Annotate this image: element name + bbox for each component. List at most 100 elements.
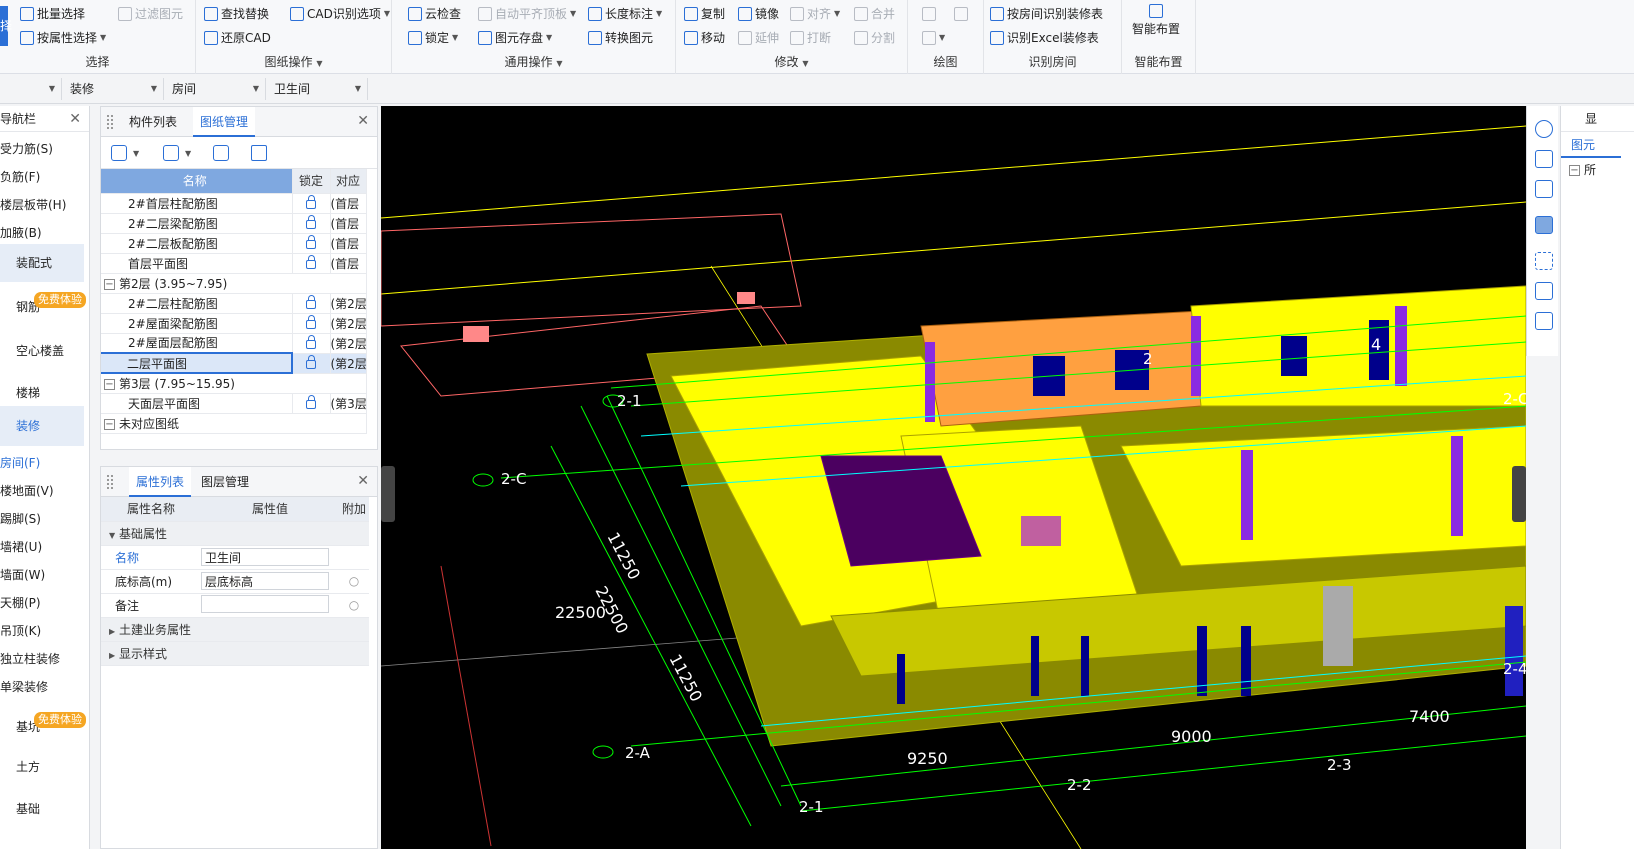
- tab-layer-management[interactable]: 图层管理: [201, 467, 271, 497]
- lock-icon[interactable]: [306, 255, 316, 269]
- chevron-right-icon[interactable]: ▶: [109, 651, 115, 660]
- select-by-property-button[interactable]: 按属性选择 ▼: [20, 28, 106, 48]
- nav-item-decoration[interactable]: 装修: [0, 406, 84, 446]
- smart-layout-button[interactable]: 智能布置: [1132, 4, 1180, 44]
- collapse-right-handle[interactable]: [1512, 466, 1526, 522]
- radio-icon[interactable]: ○: [339, 569, 369, 594]
- close-icon[interactable]: ✕: [357, 473, 369, 489]
- nav-item[interactable]: 负筋(F): [0, 168, 40, 185]
- nav-item[interactable]: 楼梯: [0, 384, 40, 401]
- 3d-view-icon[interactable]: [1535, 180, 1553, 198]
- orbit-icon[interactable]: [1535, 120, 1553, 138]
- row-lock[interactable]: [292, 353, 331, 374]
- property-row[interactable]: 备注 ○: [101, 593, 369, 618]
- move-button[interactable]: 移动: [684, 28, 725, 48]
- chevron-down-icon[interactable]: ▼: [133, 149, 139, 158]
- nav-item[interactable]: 土方: [0, 758, 40, 775]
- copy-button[interactable]: 复制: [684, 4, 725, 24]
- lock-icon[interactable]: [306, 335, 316, 349]
- cloud-check-button[interactable]: 云检查: [408, 4, 461, 24]
- row-lock[interactable]: [292, 193, 331, 214]
- table-row[interactable]: 2#屋面梁配筋图 (第2层: [101, 313, 367, 334]
- chevron-down-icon[interactable]: ▼: [109, 531, 115, 540]
- nav-item[interactable]: 基础: [0, 800, 40, 817]
- type-selector[interactable]: 房间 ▼: [166, 78, 266, 100]
- column-header-name[interactable]: 名称: [101, 169, 293, 194]
- property-value-cell[interactable]: 卫生间: [201, 545, 339, 570]
- nav-item[interactable]: 墙裙(U): [0, 538, 42, 555]
- property-group-row[interactable]: ▶ 土建业务属性: [101, 617, 369, 642]
- radio-icon[interactable]: ○: [339, 593, 369, 618]
- merge-button[interactable]: 合并: [854, 4, 895, 24]
- row-lock[interactable]: [292, 253, 331, 274]
- tab-drawing-management[interactable]: 图纸管理: [193, 107, 255, 137]
- collapse-icon[interactable]: −: [1569, 165, 1580, 176]
- lock-icon[interactable]: [306, 395, 316, 409]
- mirror-button[interactable]: 镜像: [738, 4, 779, 24]
- cad-options-button[interactable]: CAD识别选项 ▼: [290, 4, 390, 24]
- excel-decoration-table-button[interactable]: 识别Excel装修表: [990, 28, 1099, 48]
- collapse-icon[interactable]: −: [104, 418, 115, 430]
- table-group-row[interactable]: − 第2层 (3.95~7.95): [101, 273, 367, 294]
- lock-icon[interactable]: [306, 195, 316, 209]
- split-drawing-icon[interactable]: [213, 145, 229, 161]
- collapse-icon[interactable]: −: [104, 378, 115, 390]
- table-group-row[interactable]: − 第3层 (7.95~15.95): [101, 373, 367, 394]
- table-row[interactable]: 2#首层柱配筋图 (首层: [101, 193, 367, 214]
- model-view[interactable]: 11250 22500 11250 22500 9250 9000 7400 2…: [381, 106, 1526, 849]
- break-button[interactable]: 打断: [790, 28, 831, 48]
- room-decoration-table-button[interactable]: 按房间识别装修表: [990, 4, 1103, 24]
- lock-button[interactable]: 锁定 ▼: [408, 28, 458, 48]
- lock-icon[interactable]: [306, 295, 316, 309]
- fullscreen-icon[interactable]: [1535, 252, 1553, 270]
- nav-item[interactable]: 空心楼盖: [0, 342, 64, 359]
- convert-elements-button[interactable]: 转换图元: [588, 28, 653, 48]
- drag-handle-icon[interactable]: [107, 475, 113, 489]
- column-header-target[interactable]: 对应: [330, 169, 367, 194]
- close-icon[interactable]: ✕: [69, 106, 81, 132]
- lock-icon[interactable]: [306, 315, 316, 329]
- display-tree-item[interactable]: − 所: [1561, 158, 1634, 182]
- bottom-elevation-field[interactable]: 层底标高: [201, 572, 329, 590]
- table-row[interactable]: 2#二层板配筋图 (首层: [101, 233, 367, 254]
- select-3d-icon[interactable]: [1535, 282, 1553, 300]
- select-cut-button[interactable]: 择: [0, 6, 12, 46]
- collapse-icon[interactable]: −: [104, 278, 115, 290]
- tab-component-list[interactable]: 构件列表: [129, 107, 191, 137]
- list-view-icon[interactable]: [1535, 312, 1553, 330]
- add-drawing-icon[interactable]: [111, 145, 127, 161]
- lock-icon[interactable]: [306, 235, 316, 249]
- cube-view-icon[interactable]: [1535, 216, 1553, 234]
- filter-elements-button[interactable]: 过滤图元: [118, 4, 183, 24]
- nav-item[interactable]: 天棚(P): [0, 594, 41, 611]
- table-group-row[interactable]: − 未对应图纸: [101, 413, 367, 434]
- table-row-selected[interactable]: 二层平面图 (第2层: [101, 352, 367, 374]
- auto-align-top-button[interactable]: 自动平齐顶板 ▼: [478, 4, 576, 24]
- table-row[interactable]: 2#屋面层配筋图 (第2层: [101, 333, 367, 354]
- nav-item[interactable]: 楼地面(V): [0, 482, 54, 499]
- cad-3d-canvas[interactable]: 11250 22500 11250 22500 9250 9000 7400 2…: [381, 106, 1526, 849]
- property-group-row[interactable]: ▶ 显示样式: [101, 641, 369, 666]
- nav-item[interactable]: 独立柱装修: [0, 650, 60, 667]
- tab-elements[interactable]: 图元: [1561, 132, 1621, 158]
- align-button[interactable]: 对齐 ▼: [790, 4, 840, 24]
- nav-item[interactable]: 吊顶(K): [0, 622, 41, 639]
- batch-select-button[interactable]: 批量选择: [20, 4, 85, 24]
- close-icon[interactable]: ✕: [357, 113, 369, 129]
- nav-item[interactable]: 单梁装修: [0, 678, 48, 695]
- floor-selector[interactable]: ▼: [0, 78, 62, 100]
- restore-cad-button[interactable]: 还原CAD: [204, 28, 271, 48]
- row-lock[interactable]: [292, 313, 331, 334]
- chevron-down-icon[interactable]: ▼: [185, 149, 191, 158]
- property-row[interactable]: 名称 卫生间: [101, 545, 369, 570]
- find-replace-button[interactable]: 查找替换: [204, 4, 269, 24]
- property-row[interactable]: 底标高(m) 层底标高 ○: [101, 569, 369, 594]
- tab-property-list[interactable]: 属性列表: [129, 467, 191, 497]
- nav-item[interactable]: 加腋(B): [0, 224, 42, 241]
- nav-item[interactable]: 踢脚(S): [0, 510, 41, 527]
- column-header-lock[interactable]: 锁定: [292, 169, 331, 194]
- table-row[interactable]: 2#二层柱配筋图 (第2层: [101, 293, 367, 314]
- row-lock[interactable]: [292, 233, 331, 254]
- extend-button[interactable]: 延伸: [738, 28, 779, 48]
- table-row[interactable]: 2#二层梁配筋图 (首层: [101, 213, 367, 234]
